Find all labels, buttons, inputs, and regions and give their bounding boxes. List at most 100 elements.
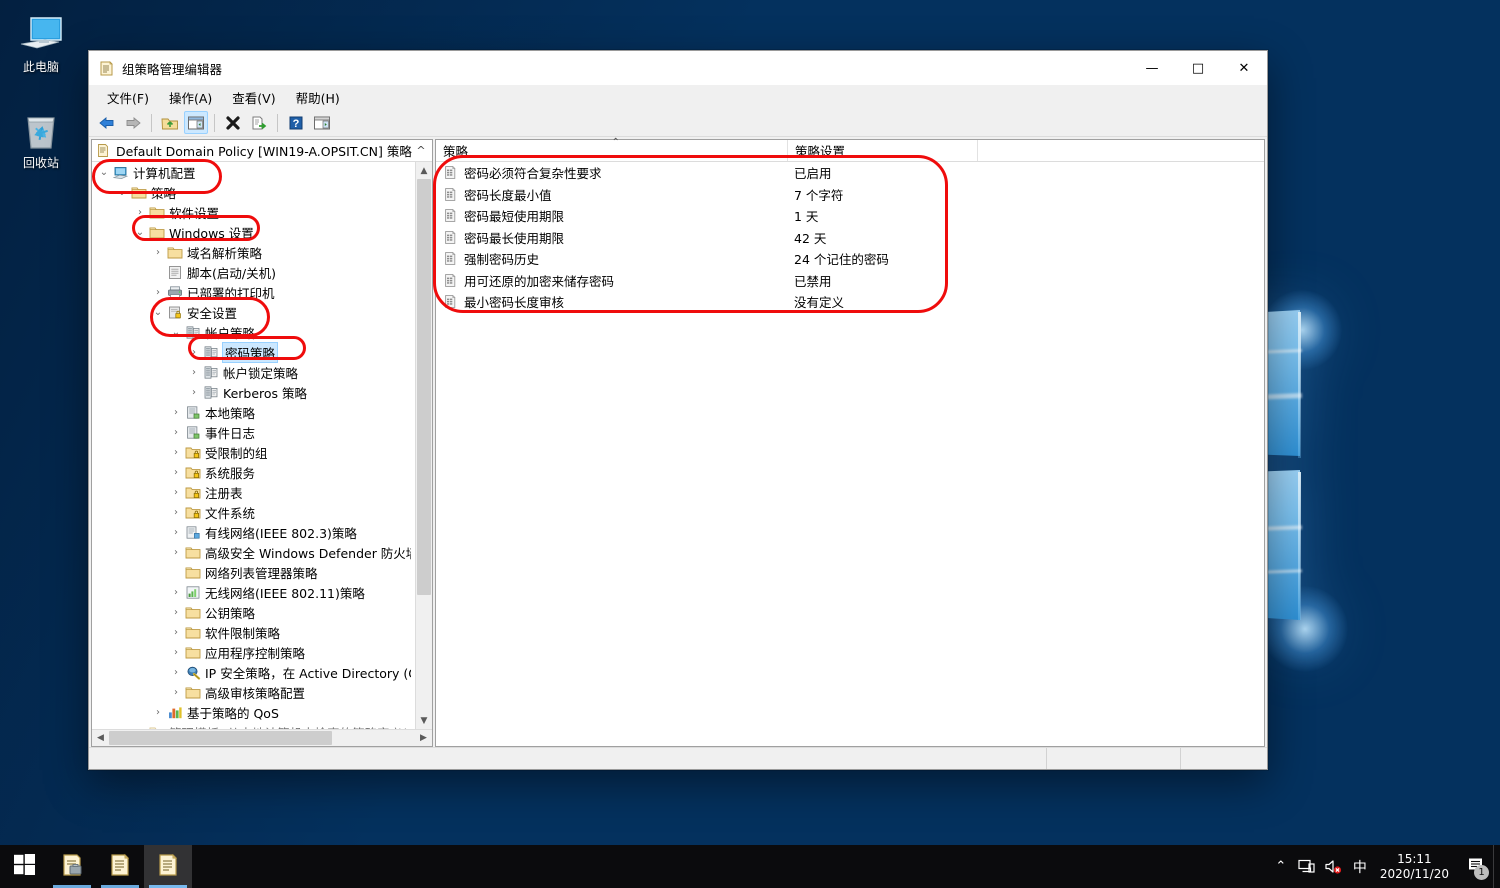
menu-item-help[interactable]: 帮助(H) (286, 85, 350, 110)
policy-row[interactable]: 密码最短使用期限 1 天 (436, 205, 1264, 227)
taskbar-app-button[interactable] (144, 845, 192, 888)
tree-item[interactable]: › 本地策略 (92, 402, 415, 422)
policy-row[interactable]: 强制密码历史 24 个记住的密码 (436, 248, 1264, 270)
clock[interactable]: 15:11 2020/11/20 (1374, 845, 1459, 888)
scroll-down-icon[interactable]: ▼ (416, 712, 432, 729)
up-folder-icon[interactable] (158, 111, 182, 134)
window-titlebar[interactable]: 组策略管理编辑器 — □ ✕ (89, 51, 1267, 85)
tree-vertical-scrollbar[interactable]: ▲ ▼ (415, 162, 432, 729)
column-header-blank[interactable] (978, 140, 1264, 161)
policy-row[interactable]: 密码最长使用期限 42 天 (436, 227, 1264, 249)
tree-expander-icon[interactable]: › (150, 707, 166, 718)
policy-row[interactable]: 最小密码长度审核 没有定义 (436, 291, 1264, 313)
notification-center-button[interactable]: 1 (1459, 845, 1493, 888)
policy-row[interactable]: 密码长度最小值 7 个字符 (436, 184, 1264, 206)
tree-expander-icon[interactable]: › (186, 347, 202, 358)
tree-expander-icon[interactable]: › (186, 387, 202, 398)
tree-item[interactable]: › 有线网络(IEEE 802.3)策略 (92, 522, 415, 542)
tree-item[interactable]: › 应用程序控制策略 (92, 642, 415, 662)
tree-expander-icon[interactable]: › (132, 727, 148, 730)
scroll-right-icon[interactable]: ▶ (415, 730, 432, 746)
forward-arrow-icon[interactable] (121, 111, 145, 134)
properties-icon[interactable] (310, 111, 334, 134)
maximize-button[interactable]: □ (1175, 51, 1221, 85)
tree-item[interactable]: ⌄ 计算机配置 (92, 162, 415, 182)
tree-item[interactable]: › IP 安全策略，在 Active Directory (O (92, 662, 415, 682)
tree-item[interactable]: › 文件系统 (92, 502, 415, 522)
tree-node-list[interactable]: ⌄ 计算机配置 ⌄ 策略 › 软件设置 ⌄ Windows 设置 › 域名解析策略 脚本(启动/关机… (92, 162, 415, 729)
tree-expander-icon[interactable]: › (168, 487, 184, 498)
ime-indicator[interactable]: 中 (1346, 845, 1374, 888)
policy-row[interactable]: 密码必须符合复杂性要求 已启用 (436, 162, 1264, 184)
scroll-track[interactable] (416, 179, 432, 712)
back-arrow-icon[interactable] (95, 111, 119, 134)
tree-expander-icon[interactable]: › (168, 527, 184, 538)
tree-expander-icon[interactable]: › (168, 587, 184, 598)
policy-row[interactable]: 用可还原的加密来储存密码 已禁用 (436, 270, 1264, 292)
tree-expander-icon[interactable]: › (168, 507, 184, 518)
tree-expander-icon[interactable]: › (132, 207, 148, 218)
tree-expander-icon[interactable]: › (150, 287, 166, 298)
tree-root-header[interactable]: Default Domain Policy [WIN19-A.OPSIT.CN]… (92, 140, 432, 162)
desktop-icon-this-pc[interactable]: 此电脑 (4, 8, 78, 74)
network-icon[interactable] (1294, 845, 1320, 888)
tree-item[interactable]: › 高级审核策略配置 (92, 682, 415, 702)
tree-expander-icon[interactable]: ⌄ (168, 327, 184, 338)
tree-expander-icon[interactable]: ⌄ (96, 167, 112, 178)
volume-muted-icon[interactable] (1320, 845, 1346, 888)
hscroll-track[interactable] (109, 730, 415, 746)
tree-expander-icon[interactable]: › (168, 627, 184, 638)
tree-expander-icon[interactable]: › (168, 547, 184, 558)
tree-item[interactable]: › 软件限制策略 (92, 622, 415, 642)
taskbar-app-button[interactable] (96, 845, 144, 888)
tree-expander-icon[interactable]: ⌄ (114, 187, 130, 198)
tree-item[interactable]: › 管理模板: 从本地计算机中检索的策略定义(A… (92, 722, 415, 729)
tree-item[interactable]: ⌄ 安全设置 (92, 302, 415, 322)
tree-item[interactable]: › 密码策略 (92, 341, 415, 363)
tree-item[interactable]: › 事件日志 (92, 422, 415, 442)
column-header-setting[interactable]: 策略设置 (788, 140, 978, 161)
tree-collapse-chevron-icon[interactable]: ^ (414, 144, 428, 157)
tree-expander-icon[interactable]: › (186, 367, 202, 378)
help-question-icon[interactable]: ? (284, 111, 308, 134)
export-list-icon[interactable] (247, 111, 271, 134)
start-button[interactable] (0, 845, 48, 888)
tree-item[interactable]: ⌄ Windows 设置 (92, 222, 415, 242)
tree-expander-icon[interactable]: › (168, 407, 184, 418)
tree-item[interactable]: ⌄ 策略 (92, 182, 415, 202)
tree-item[interactable]: › 已部署的打印机 (92, 282, 415, 302)
tree-expander-icon[interactable]: › (168, 687, 184, 698)
tree-item[interactable]: › 受限制的组 (92, 442, 415, 462)
tree-expander-icon[interactable]: › (150, 247, 166, 258)
menu-item-action[interactable]: 操作(A) (159, 85, 222, 110)
tree-item[interactable]: ⌄ 帐户策略 (92, 322, 415, 342)
tree-item[interactable]: › 帐户锁定策略 (92, 362, 415, 382)
tree-expander-icon[interactable]: › (168, 607, 184, 618)
tree-item[interactable]: › Kerberos 策略 (92, 382, 415, 402)
menu-item-file[interactable]: 文件(F) (97, 85, 159, 110)
tree-item[interactable]: 脚本(启动/关机) (92, 262, 415, 282)
show-tree-icon[interactable] (184, 111, 208, 134)
tree-horizontal-scrollbar[interactable]: ◀ ▶ (92, 729, 432, 746)
tree-expander-icon[interactable]: › (168, 447, 184, 458)
tree-item[interactable]: › 公钥策略 (92, 602, 415, 622)
tray-expand-chevron-icon[interactable]: ⌃ (1268, 845, 1294, 888)
tree-item[interactable]: › 软件设置 (92, 202, 415, 222)
tree-item[interactable]: › 域名解析策略 (92, 242, 415, 262)
close-button[interactable]: ✕ (1221, 51, 1267, 85)
show-desktop-button[interactable] (1493, 845, 1500, 888)
tree-expander-icon[interactable]: ⌄ (150, 307, 166, 318)
tree-item[interactable]: 网络列表管理器策略 (92, 562, 415, 582)
scroll-up-icon[interactable]: ▲ (416, 162, 432, 179)
menu-item-view[interactable]: 查看(V) (222, 85, 285, 110)
tree-item[interactable]: › 基于策略的 QoS (92, 702, 415, 722)
tree-item[interactable]: › 高级安全 Windows Defender 防火墙 (92, 542, 415, 562)
desktop-icon-recycle-bin[interactable]: 回收站 (4, 104, 78, 170)
tree-expander-icon[interactable]: › (168, 647, 184, 658)
tree-item[interactable]: › 系统服务 (92, 462, 415, 482)
column-header-policy[interactable]: 策略 ⌃ (436, 137, 788, 161)
delete-x-icon[interactable] (221, 111, 245, 134)
minimize-button[interactable]: — (1129, 51, 1175, 85)
scroll-thumb[interactable] (417, 179, 431, 595)
hscroll-thumb[interactable] (109, 731, 333, 745)
